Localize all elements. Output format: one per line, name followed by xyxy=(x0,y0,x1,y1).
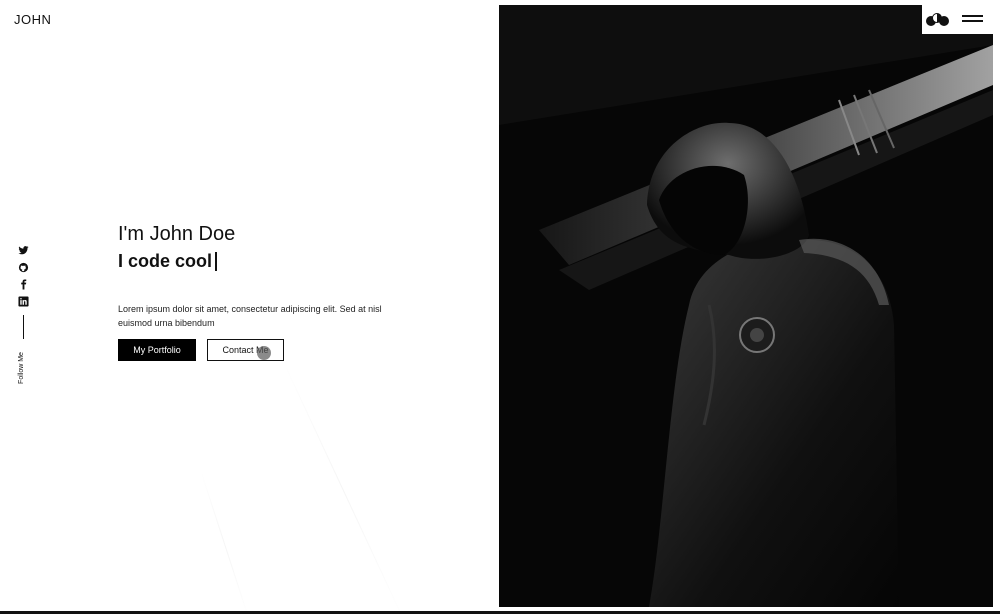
hooded-figure-image xyxy=(499,5,993,607)
menu-bar xyxy=(962,15,983,17)
mouse-cursor-dot xyxy=(257,346,271,360)
background-streak xyxy=(282,359,406,614)
hero-greeting: I'm John Doe xyxy=(118,223,236,245)
social-links xyxy=(15,245,31,339)
facebook-icon[interactable] xyxy=(18,279,29,290)
my-portfolio-button[interactable]: My Portfolio xyxy=(118,339,196,361)
site-logo[interactable]: JOHN xyxy=(14,12,51,27)
menu-bar xyxy=(962,20,983,22)
hero-tagline-wrapper: I code cool xyxy=(118,249,418,273)
hero-description: Lorem ipsum dolor sit amet, consectetur … xyxy=(118,304,382,328)
hero-section: I'm John Doe I code cool Lorem ipsum dol… xyxy=(118,222,418,328)
background-streak xyxy=(200,469,251,614)
follow-me-label: Follow Me xyxy=(18,352,25,384)
header-controls xyxy=(922,5,993,34)
twitter-icon[interactable] xyxy=(17,245,29,256)
typing-cursor xyxy=(215,251,218,271)
hamburger-menu-icon[interactable] xyxy=(962,15,983,25)
social-divider-line xyxy=(22,315,24,339)
theme-toggle-icon[interactable] xyxy=(924,13,950,27)
hero-photo xyxy=(499,5,993,607)
hero-tagline: I code cool xyxy=(118,251,213,271)
github-icon[interactable] xyxy=(18,262,29,273)
contact-me-button[interactable]: Contact Me xyxy=(207,339,284,361)
linkedin-icon[interactable] xyxy=(17,296,29,307)
